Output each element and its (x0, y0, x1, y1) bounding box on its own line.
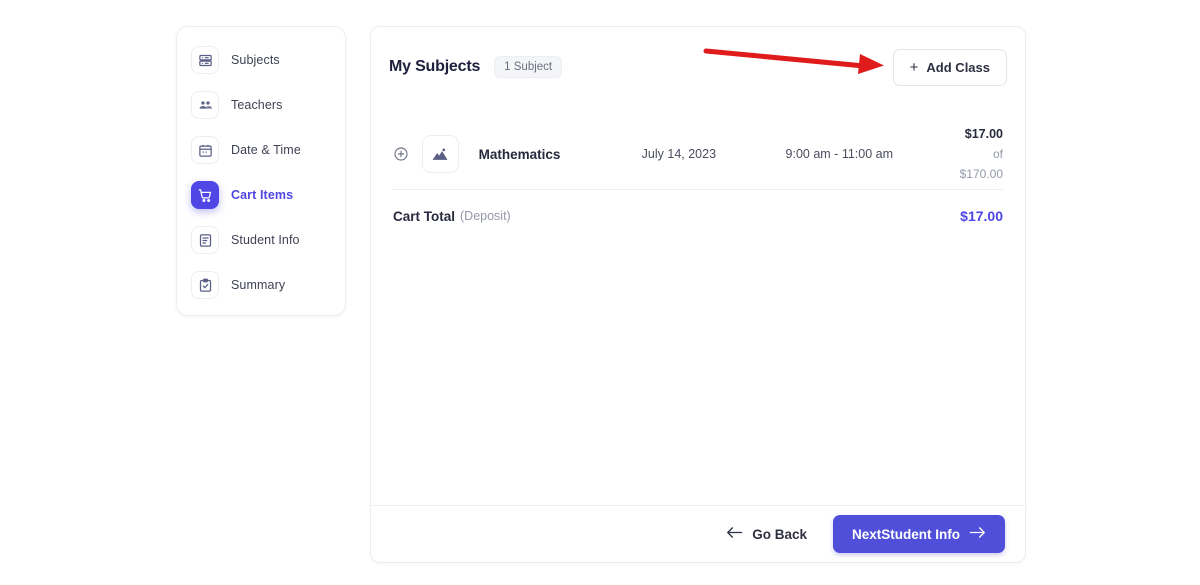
price-total-of: of $170.00 (959, 147, 1003, 181)
sidebar-item-label: Date & Time (231, 143, 301, 157)
calendar-icon (191, 136, 219, 164)
subject-name: Mathematics (478, 146, 561, 162)
shopping-cart-icon (191, 181, 219, 209)
server-list-icon (191, 46, 219, 74)
panel-footer: Go Back NextStudent Info (371, 505, 1025, 562)
sidebar-item-label: Student Info (231, 233, 300, 247)
sidebar-item-date-time[interactable]: Date & Time (191, 135, 345, 165)
sidebar-item-student-info[interactable]: Student Info (191, 225, 345, 255)
panel-header: My Subjects 1 Subject + Add Class (389, 48, 1007, 86)
sidebar-item-cart-items[interactable]: Cart Items (191, 180, 345, 210)
plus-circle-icon[interactable] (393, 146, 414, 162)
table-row[interactable]: Mathematics July 14, 2023 9:00 am - 11:0… (389, 123, 1007, 185)
subject-price: $17.00 of $170.00 (949, 124, 1003, 184)
cart-panel-body: My Subjects 1 Subject + Add Class Mathem… (371, 27, 1025, 507)
cart-total-note: (Deposit) (460, 209, 511, 223)
sidebar: Subjects Teachers Date & Time Cart Items… (176, 26, 346, 316)
price-amount: $17.00 (964, 127, 1003, 141)
mountain-image-icon (422, 135, 459, 173)
document-text-icon (191, 226, 219, 254)
users-icon (191, 91, 219, 119)
cart-total-row: Cart Total (Deposit) $17.00 (389, 190, 1007, 242)
go-back-label: Go Back (752, 526, 807, 542)
next-student-info-button[interactable]: NextStudent Info (833, 515, 1005, 553)
add-class-button[interactable]: + Add Class (892, 48, 1007, 86)
sidebar-item-label: Cart Items (231, 188, 294, 202)
app-root: Subjects Teachers Date & Time Cart Items… (0, 0, 1200, 585)
page-title: My Subjects (389, 58, 481, 75)
go-back-button[interactable]: Go Back (726, 526, 807, 542)
subject-date: July 14, 2023 (641, 147, 717, 161)
subject-count-badge: 1 Subject (494, 56, 563, 78)
sidebar-item-teachers[interactable]: Teachers (191, 90, 345, 120)
sidebar-item-summary[interactable]: Summary (191, 270, 345, 300)
cart-total-value: $17.00 (960, 208, 1003, 224)
cart-total-label: Cart Total (393, 208, 456, 224)
sidebar-item-label: Summary (231, 278, 286, 292)
cart-panel: My Subjects 1 Subject + Add Class Mathem… (370, 26, 1026, 563)
arrow-left-icon (726, 526, 743, 542)
sidebar-item-label: Subjects (231, 53, 280, 67)
arrow-right-icon (969, 526, 986, 542)
plus-icon: + (909, 58, 919, 76)
add-class-label: Add Class (926, 59, 990, 75)
sidebar-item-label: Teachers (231, 98, 283, 112)
clipboard-check-icon (191, 271, 219, 299)
sidebar-item-subjects[interactable]: Subjects (191, 45, 345, 75)
next-button-label: NextStudent Info (852, 526, 960, 542)
subject-time: 9:00 am - 11:00 am (785, 147, 894, 161)
